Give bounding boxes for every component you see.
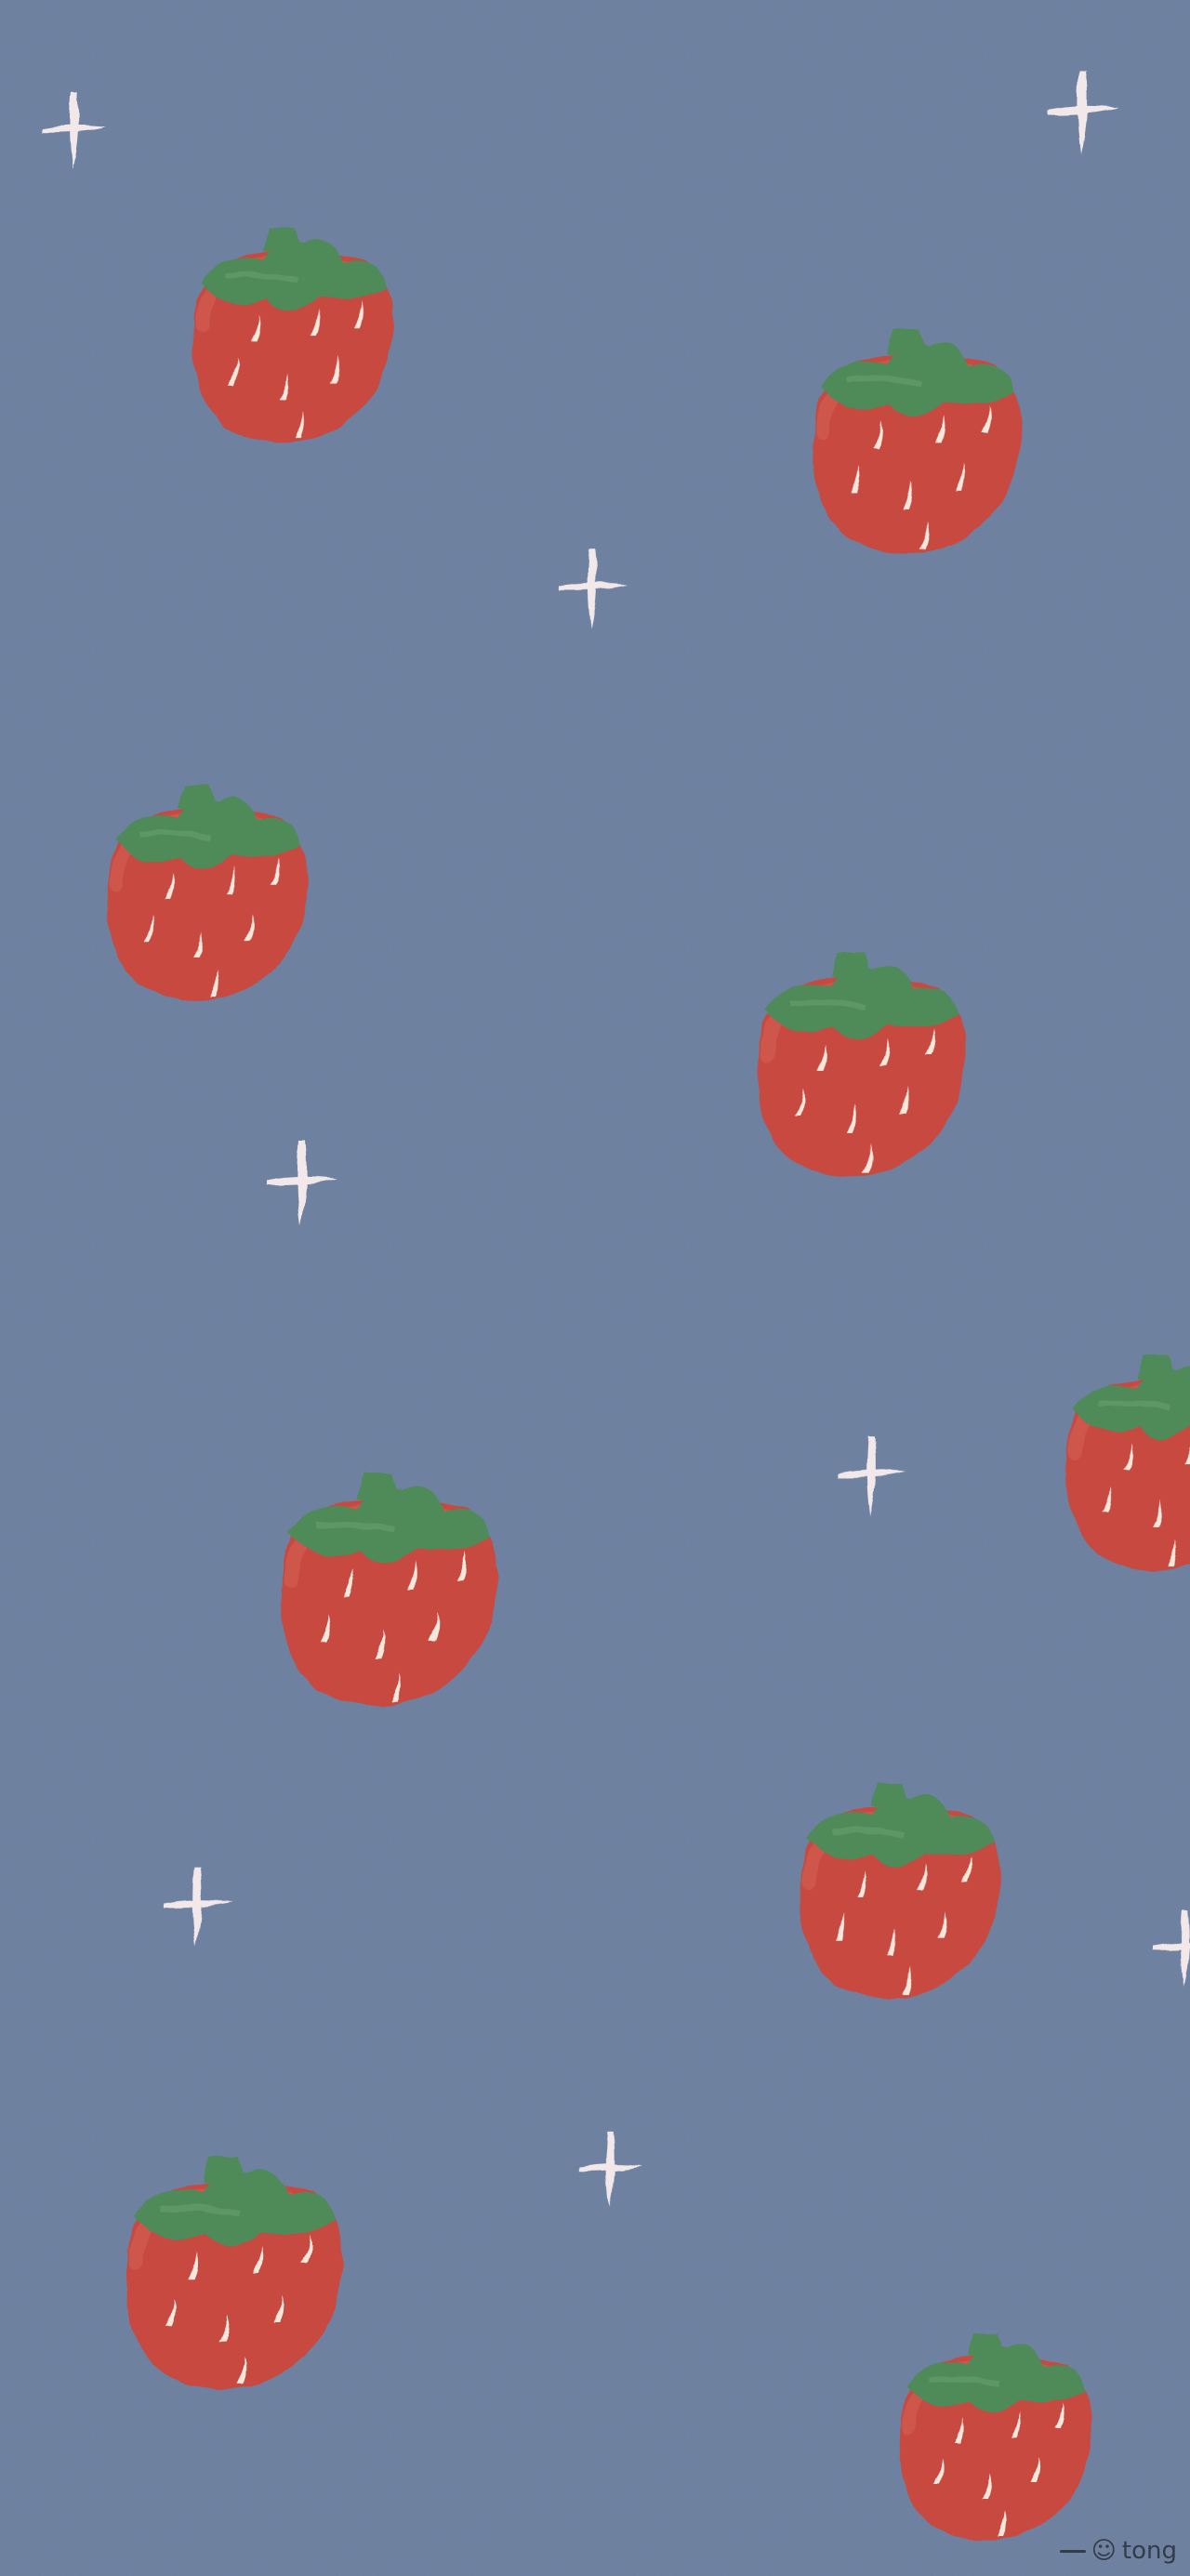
strawberry-wallpaper bbox=[0, 0, 1190, 2576]
signature-text: tong bbox=[1121, 2537, 1177, 2565]
signature-dash bbox=[1059, 2549, 1086, 2553]
artist-signature: ☺ tong bbox=[1059, 2537, 1177, 2565]
signature-face-icon: ☺ bbox=[1091, 2537, 1117, 2565]
